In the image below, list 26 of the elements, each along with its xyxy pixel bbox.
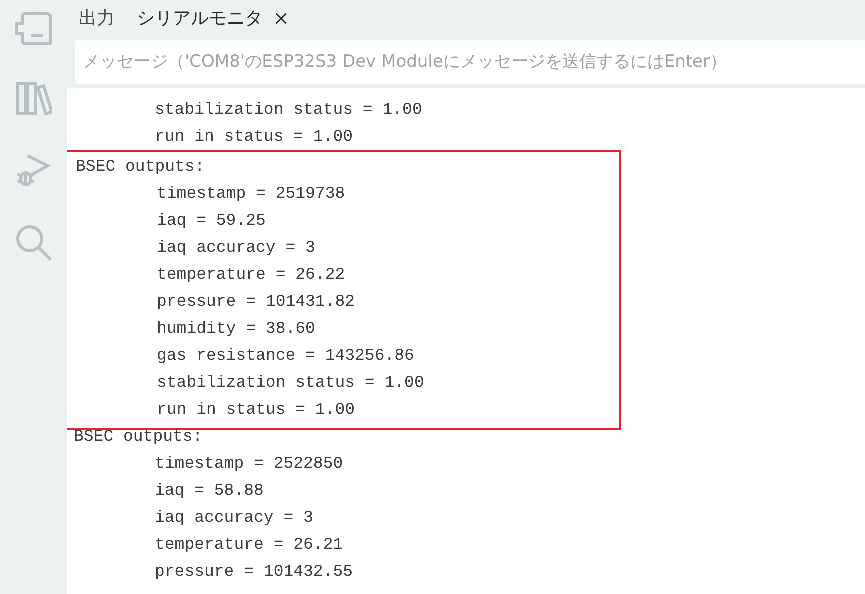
output-line: timestamp = 2519738 (156, 183, 346, 205)
output-line: run in status = 1.00 (156, 399, 356, 421)
output-line: humidity = 38.60 (156, 318, 316, 340)
output-line: gas resistance = 143256.86 (156, 345, 416, 367)
output-line: stabilization status = 1.00 (154, 99, 424, 121)
board-icon[interactable] (14, 12, 52, 46)
output-line: timestamp = 2522850 (154, 453, 344, 475)
output-line: pressure = 101431.82 (156, 291, 356, 313)
search-icon[interactable] (14, 224, 52, 262)
debug-icon[interactable] (16, 152, 52, 188)
output-line: BSEC outputs: (73, 426, 204, 448)
library-icon[interactable] (16, 82, 52, 116)
output-line: temperature = 26.21 (154, 534, 344, 556)
output-line: pressure = 101432.55 (154, 561, 354, 583)
output-line: iaq = 58.88 (154, 480, 265, 502)
message-field[interactable]: メッセージ（'COM8'のESP32S3 Dev Moduleにメッセージを送信するにはEnter） (75, 40, 865, 84)
panel-tab[interactable]: シリアルモニタ × (137, 6, 290, 34)
output-line: iaq accuracy = 3 (154, 507, 314, 529)
output-line: iaq = 59.25 (156, 210, 267, 232)
panel-tab[interactable]: 出力 (79, 6, 115, 34)
output-line: temperature = 26.22 (156, 264, 346, 286)
output-line: BSEC outputs: (75, 156, 206, 178)
output-line: iaq accuracy = 3 (156, 237, 316, 259)
output-line: stabilization status = 1.00 (156, 372, 426, 394)
output-line: run in status = 1.00 (154, 126, 354, 148)
close-icon[interactable]: × (273, 6, 290, 30)
